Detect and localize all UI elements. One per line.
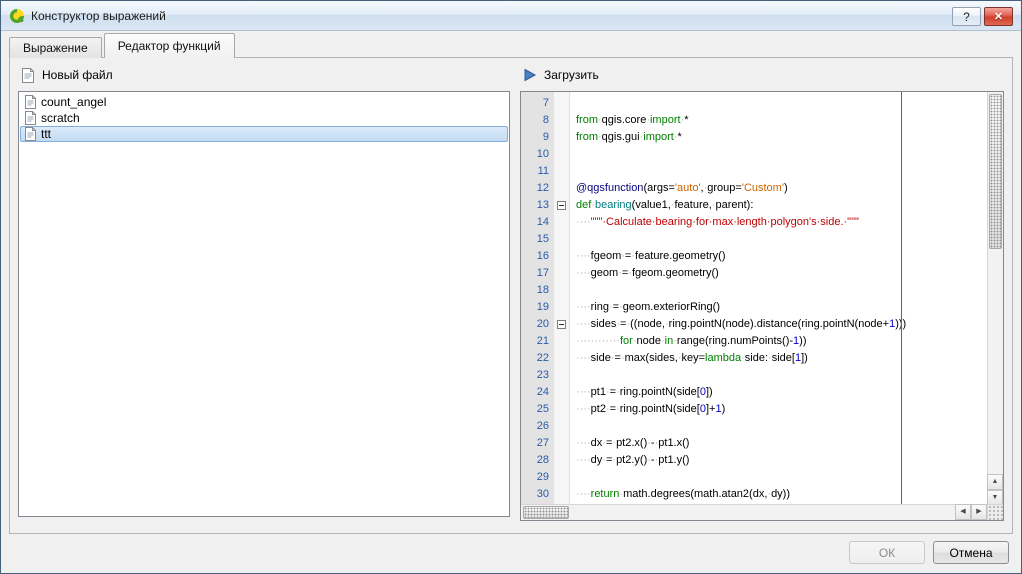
file-name: scratch [41,111,80,125]
line-number: 16 [521,248,554,265]
scroll-right-button[interactable]: ▶ [971,504,987,520]
line-number: 12 [521,180,554,197]
load-icon [522,67,538,83]
line-number: 13 [521,197,554,214]
line-number: 11 [521,163,554,180]
tab-pane: Новый файл Загрузить count_angelscratch t… [9,57,1013,534]
code-line: ····ring·=·geom.exteriorRing() [576,299,987,316]
help-icon: ? [963,10,970,24]
load-label: Загрузить [544,68,599,82]
code-editor[interactable]: 7891011121314151617181920212223242526272… [520,91,1004,521]
code-line: from·qgis.core·import·* [576,112,987,129]
horizontal-scrollbar[interactable]: ◀ ▶ [521,504,987,520]
line-number: 19 [521,299,554,316]
line-number: 7 [521,95,554,112]
cancel-button[interactable]: Отмена [933,541,1009,564]
code-line [576,282,987,299]
tab-expression[interactable]: Выражение [9,37,102,58]
code-line [576,146,987,163]
file-name: ttt [41,127,51,141]
code-line [576,231,987,248]
scrollbar-corner [987,504,1003,520]
file-name: count_angel [41,95,106,109]
list-item[interactable]: scratch [20,110,508,126]
code-line [576,95,987,112]
window-title: Конструктор выражений [31,9,166,23]
code-line: ····geom·=·fgeom.geometry() [576,265,987,282]
code-line: ····sides·=·((node,·ring.pointN(node).di… [576,316,987,333]
code-line: ····fgeom·=·feature.geometry() [576,248,987,265]
line-number-gutter: 7891011121314151617181920212223242526272… [521,92,554,506]
new-file-icon [20,67,36,83]
line-number: 20 [521,316,554,333]
line-number: 22 [521,350,554,367]
file-icon [24,95,37,109]
file-list[interactable]: count_angelscratch ttt [18,91,510,517]
code-line: ····side·=·max(sides,·key=lambda·side:·s… [576,350,987,367]
vertical-scrollbar-thumb[interactable] [989,94,1002,249]
fold-collapse-icon[interactable] [557,201,566,210]
line-number: 30 [521,486,554,503]
line-number: 28 [521,452,554,469]
line-number: 18 [521,282,554,299]
scroll-down-icon: ▼ [992,494,999,501]
code-line [576,367,987,384]
line-number: 17 [521,265,554,282]
line-number: 15 [521,231,554,248]
help-button[interactable]: ? [952,7,981,26]
line-number: 9 [521,129,554,146]
code-line: from·qgis.gui·import·* [576,129,987,146]
code-line [576,469,987,486]
line-number: 29 [521,469,554,486]
file-icon [24,127,37,141]
new-file-label: Новый файл [42,68,113,82]
line-number: 26 [521,418,554,435]
close-icon: ✕ [994,10,1003,23]
line-number: 27 [521,435,554,452]
scroll-up-button[interactable]: ▲ [987,474,1003,490]
ok-button[interactable]: ОК [849,541,925,564]
close-button[interactable]: ✕ [984,7,1013,26]
code-lines: from·qgis.core·import·*from·qgis.gui·imp… [571,92,987,503]
code-area[interactable]: from·qgis.core·import·*from·qgis.gui·imp… [571,92,987,506]
scroll-left-button[interactable]: ◀ [955,504,971,520]
line-number: 21 [521,333,554,350]
code-line: ············for·node·in·range(ring.numPo… [576,333,987,350]
line-number: 10 [521,146,554,163]
code-line: @qgsfunction(args='auto',·group='Custom'… [576,180,987,197]
load-button[interactable]: Загрузить [518,65,603,85]
titlebar[interactable]: Конструктор выражений ? ✕ [1,1,1021,31]
code-line: ····pt2·=·ring.pointN(side[0]+1) [576,401,987,418]
line-number: 8 [521,112,554,129]
list-item[interactable]: ttt [20,126,508,142]
horizontal-scrollbar-thumb[interactable] [523,506,569,519]
fold-collapse-icon[interactable] [557,320,566,329]
list-item[interactable]: count_angel [20,94,508,110]
qgis-logo-icon [9,8,25,24]
scroll-up-icon: ▲ [992,478,999,485]
file-icon [24,111,37,125]
tab-bar: Выражение Редактор функций [9,33,237,58]
new-file-button[interactable]: Новый файл [16,65,117,85]
code-line: ····pt1·=·ring.pointN(side[0]) [576,384,987,401]
line-number: 25 [521,401,554,418]
vertical-scrollbar[interactable]: ▲ ▼ [987,92,1003,506]
code-line: ····dx·=·pt2.x()·-·pt1.x() [576,435,987,452]
code-line [576,163,987,180]
fold-gutter [554,92,570,506]
line-number: 23 [521,367,554,384]
edge-margin-line [901,92,902,506]
code-line: def·bearing(value1,·feature,·parent): [576,197,987,214]
code-line [576,418,987,435]
line-number: 14 [521,214,554,231]
scroll-right-icon: ▶ [976,508,981,515]
expression-builder-dialog: Конструктор выражений ? ✕ Выражение Реда… [0,0,1022,574]
titlebar-buttons: ? ✕ [952,7,1013,26]
line-number: 24 [521,384,554,401]
tab-function-editor[interactable]: Редактор функций [104,33,235,58]
code-line: ····dy·=·pt2.y()·-·pt1.y() [576,452,987,469]
code-line: ····"""·Calculate·bearing·for·max·length… [576,214,987,231]
scroll-left-icon: ◀ [960,508,965,515]
code-line: ····return·math.degrees(math.atan2(dx,·d… [576,486,987,503]
